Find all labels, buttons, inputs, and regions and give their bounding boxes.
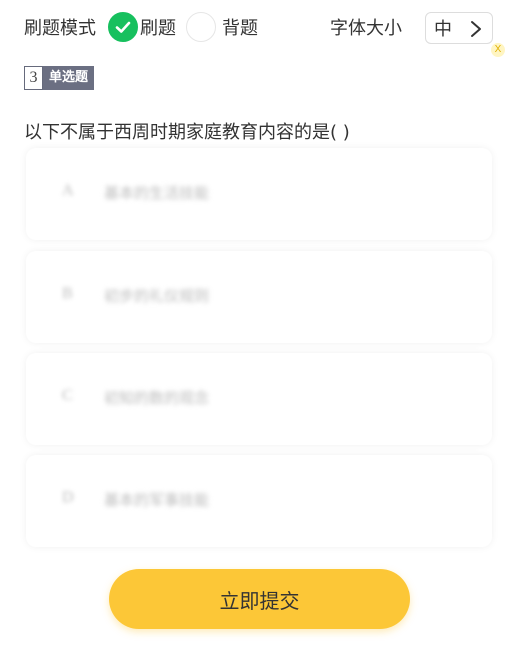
question-type: 单选题 (43, 66, 95, 90)
mode-option-practice-label: 刷题 (140, 18, 176, 39)
close-icon[interactable]: X (491, 43, 505, 57)
mode-option-practice[interactable]: 刷题 (108, 12, 176, 42)
check-circle-icon (108, 12, 138, 42)
option-letter: D (62, 489, 74, 506)
question-number: 3 (24, 66, 43, 90)
option-text: 基本的军事技能 (104, 491, 210, 509)
font-size-label: 字体大小 (330, 18, 402, 39)
mode-option-recite-label: 背题 (222, 18, 258, 39)
submit-button[interactable]: 立即提交 (109, 569, 410, 629)
mode-label: 刷题模式 (24, 18, 96, 39)
practice-page: 刷题模式 刷题 背题 字体大小 中 X 3 单选题 以下不属于西周时期家庭教育内… (0, 0, 512, 657)
radio-empty-icon (186, 12, 216, 42)
option-text: 初步的礼仪规则 (104, 287, 210, 305)
chevron-right-icon (468, 19, 484, 43)
option-b[interactable]: B 初步的礼仪规则 (26, 251, 492, 343)
mode-option-recite[interactable]: 背题 (186, 12, 258, 42)
submit-button-label: 立即提交 (219, 588, 300, 613)
option-d[interactable]: D 基本的军事技能 (26, 455, 492, 547)
option-text: 基本的生活技能 (104, 184, 210, 202)
top-bar: 刷题模式 刷题 背题 字体大小 中 X (0, 0, 512, 57)
option-letter: C (62, 387, 73, 404)
question-badge: 3 单选题 (24, 66, 95, 90)
font-size-select[interactable]: 中 (425, 12, 493, 44)
font-size-value: 中 (434, 19, 452, 40)
question-text: 以下不属于西周时期家庭教育内容的是( ) (24, 122, 350, 143)
option-text: 初知的数的观念 (104, 389, 210, 407)
option-letter: A (62, 182, 74, 199)
option-letter: B (62, 285, 73, 302)
option-a[interactable]: A 基本的生活技能 (26, 148, 492, 240)
option-c[interactable]: C 初知的数的观念 (26, 353, 492, 445)
